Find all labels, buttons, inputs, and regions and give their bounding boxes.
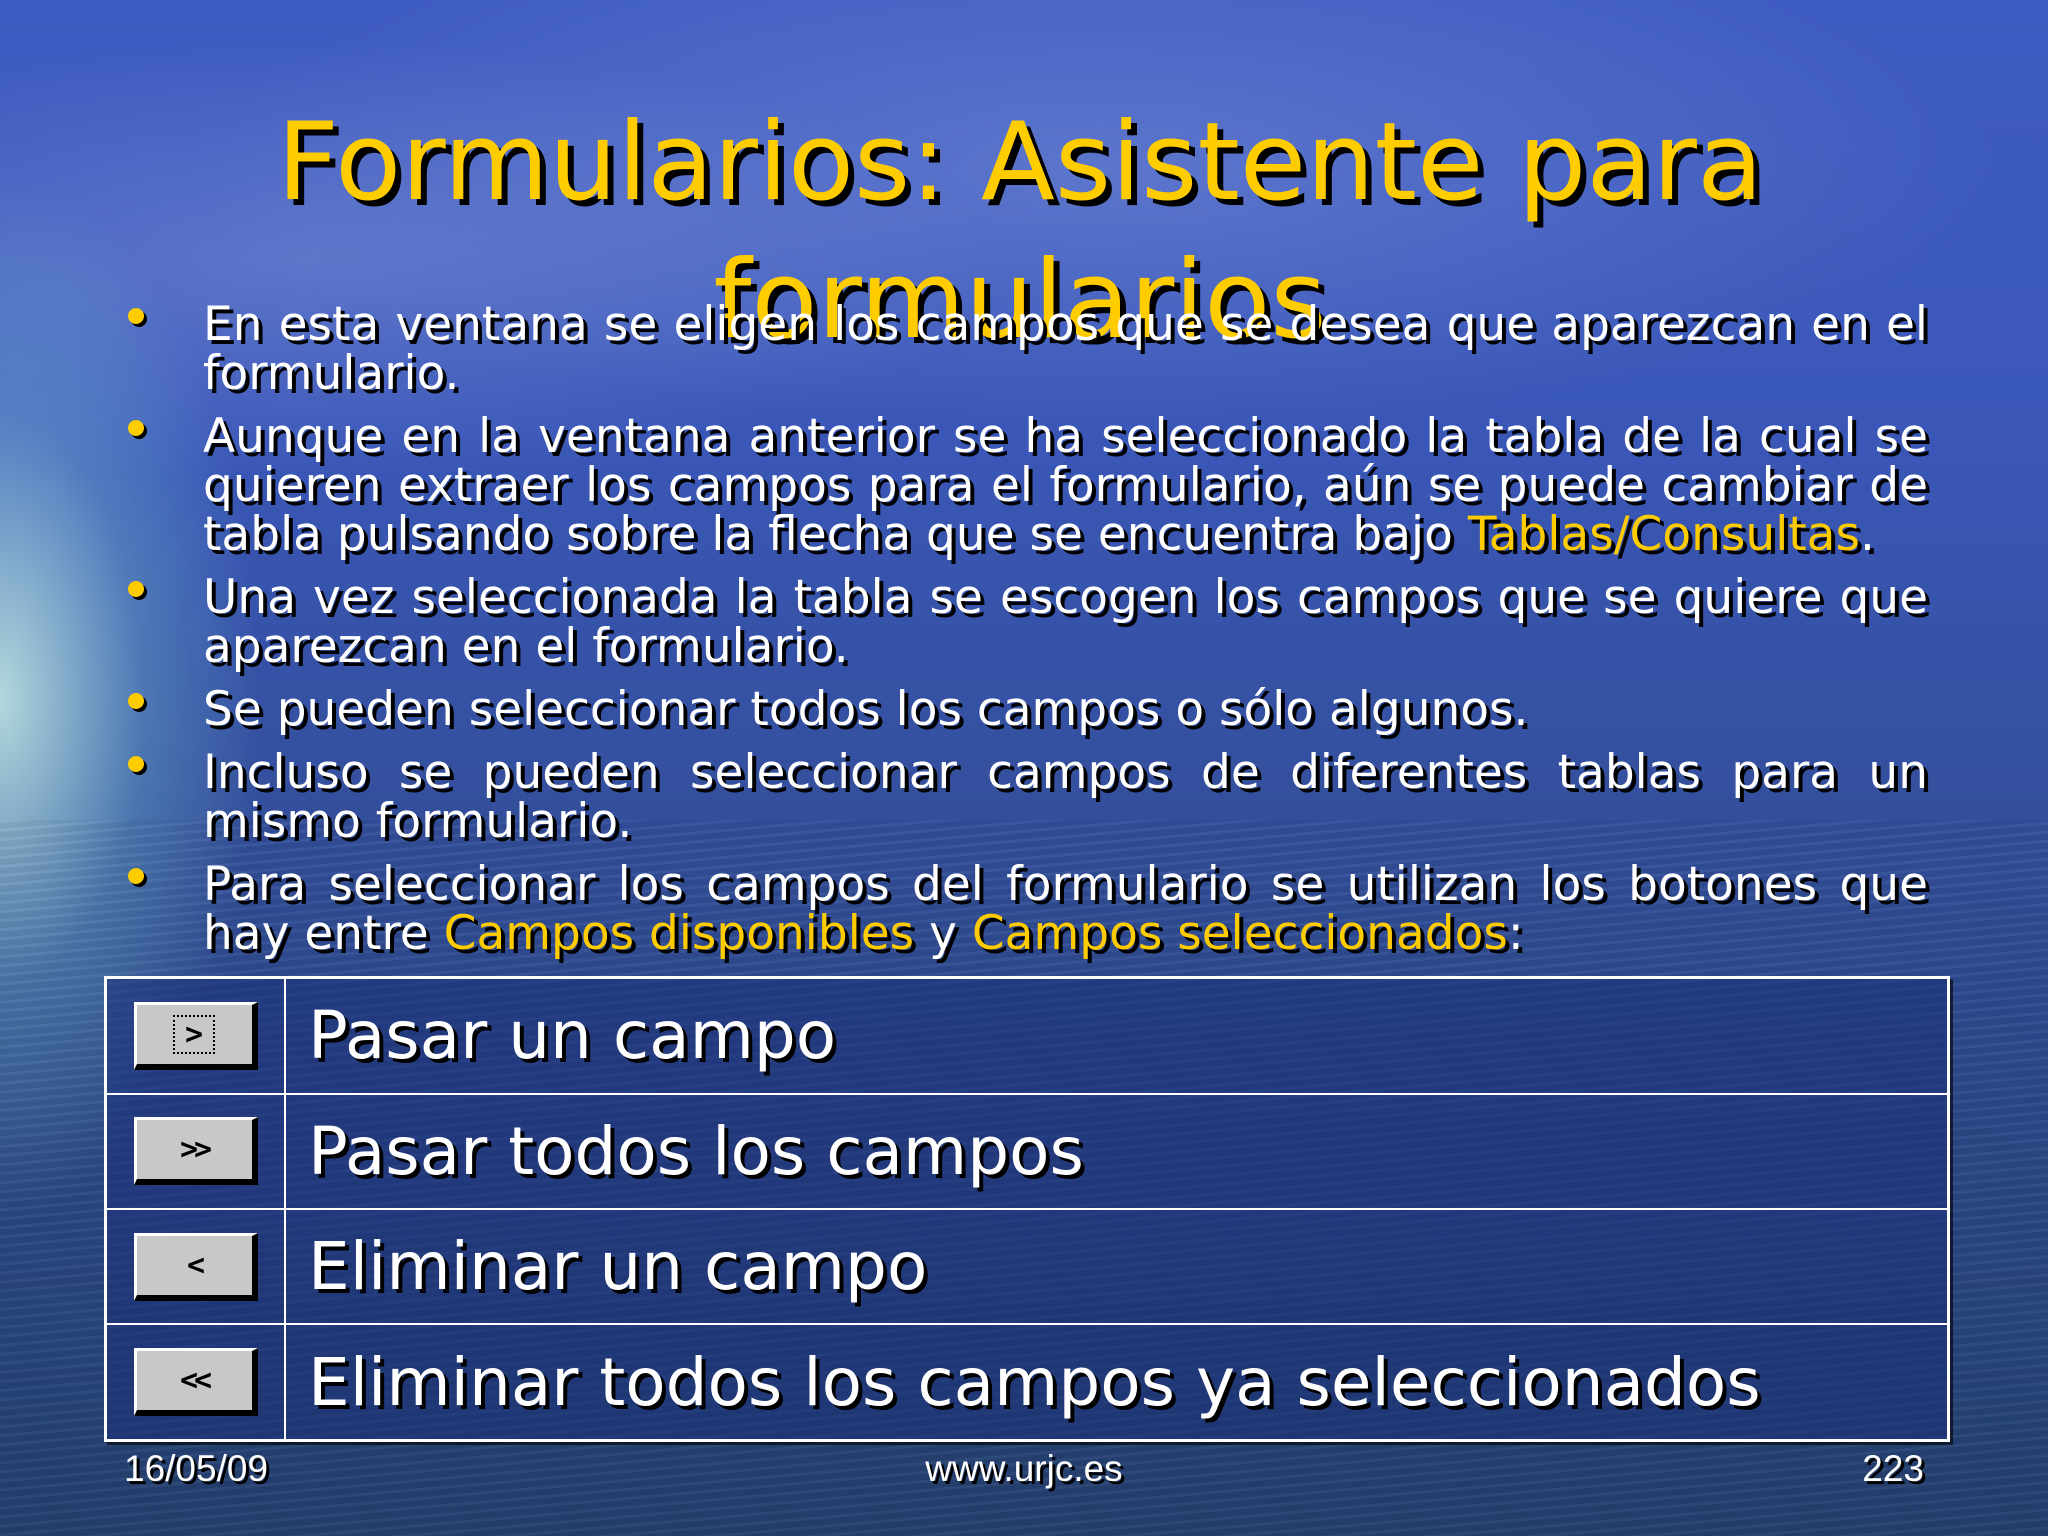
table-icon-cell: >> [104,1092,286,1210]
move-one-icon: > [133,1001,258,1070]
bullet-text: En esta ventana se eligen los campos que… [203,297,1928,401]
slide-title-line-1: Formularios: Asistente para [276,100,1764,226]
bullet-item: Incluso se pueden seleccionar campos de … [128,748,1928,846]
bullet-text: Incluso se pueden seleccionar campos de … [203,745,1928,849]
table-icon-cell: < [104,1207,286,1326]
bullet-dot-icon [128,868,144,884]
bullet-item: En esta ventana se eligen los campos que… [128,300,1928,398]
bullet-text: Una vez seleccionada la tabla se escogen… [203,570,1928,674]
table-icon-cell: > [104,976,286,1095]
buttons-table: > Pasar un campo >> Pasar todos los camp… [104,976,1950,1442]
bullet-item: Para seleccionar los campos del formular… [128,860,1928,958]
footer-page-number: 223 [1862,1448,1924,1489]
bullet-list: En esta ventana se eligen los campos que… [128,300,1928,972]
table-label-cell: Pasar un campo [284,976,1950,1095]
bullet-item: Se pueden seleccionar todos los campos o… [128,685,1928,734]
table-row: < Eliminar un campo [104,1207,1950,1326]
highlight-tablas-consultas: Tablas/Consultas [1467,507,1860,562]
bullet-dot-icon [128,693,144,709]
bullet-text-end: . [1859,507,1875,562]
table-label-cell: Pasar todos los campos [284,1092,1950,1210]
bullet-text: Se pueden seleccionar todos los campos o… [203,682,1529,737]
move-one-glyph: > [172,1014,216,1054]
table-icon-cell: << [104,1323,286,1442]
table-label-cell: Eliminar un campo [284,1207,1950,1326]
bullet-dot-icon [128,420,144,436]
table-label-cell: Eliminar todos los campos ya seleccionad… [284,1323,1950,1442]
bullet-item: Una vez seleccionada la tabla se escogen… [128,573,1928,671]
highlight-campos-seleccionados: Campos seleccionados [971,906,1508,961]
bullet-dot-icon [128,756,144,772]
table-row: << Eliminar todos los campos ya seleccio… [104,1323,1950,1442]
bullet-dot-icon [128,308,144,324]
footer-url: www.urjc.es [925,1448,1123,1489]
table-row: >> Pasar todos los campos [104,1092,1950,1210]
bullet-item: Aunque en la ventana anterior se ha sele… [128,412,1928,559]
table-row: > Pasar un campo [104,976,1950,1095]
bullet-dot-icon [128,581,144,597]
highlight-campos-disponibles: Campos disponibles [443,906,915,961]
remove-all-icon: << [133,1348,258,1417]
remove-one-icon: < [133,1232,258,1301]
move-all-icon: >> [133,1117,258,1186]
bullet-text-end: : [1507,906,1524,961]
bullet-text-conjunction: y [914,906,972,961]
